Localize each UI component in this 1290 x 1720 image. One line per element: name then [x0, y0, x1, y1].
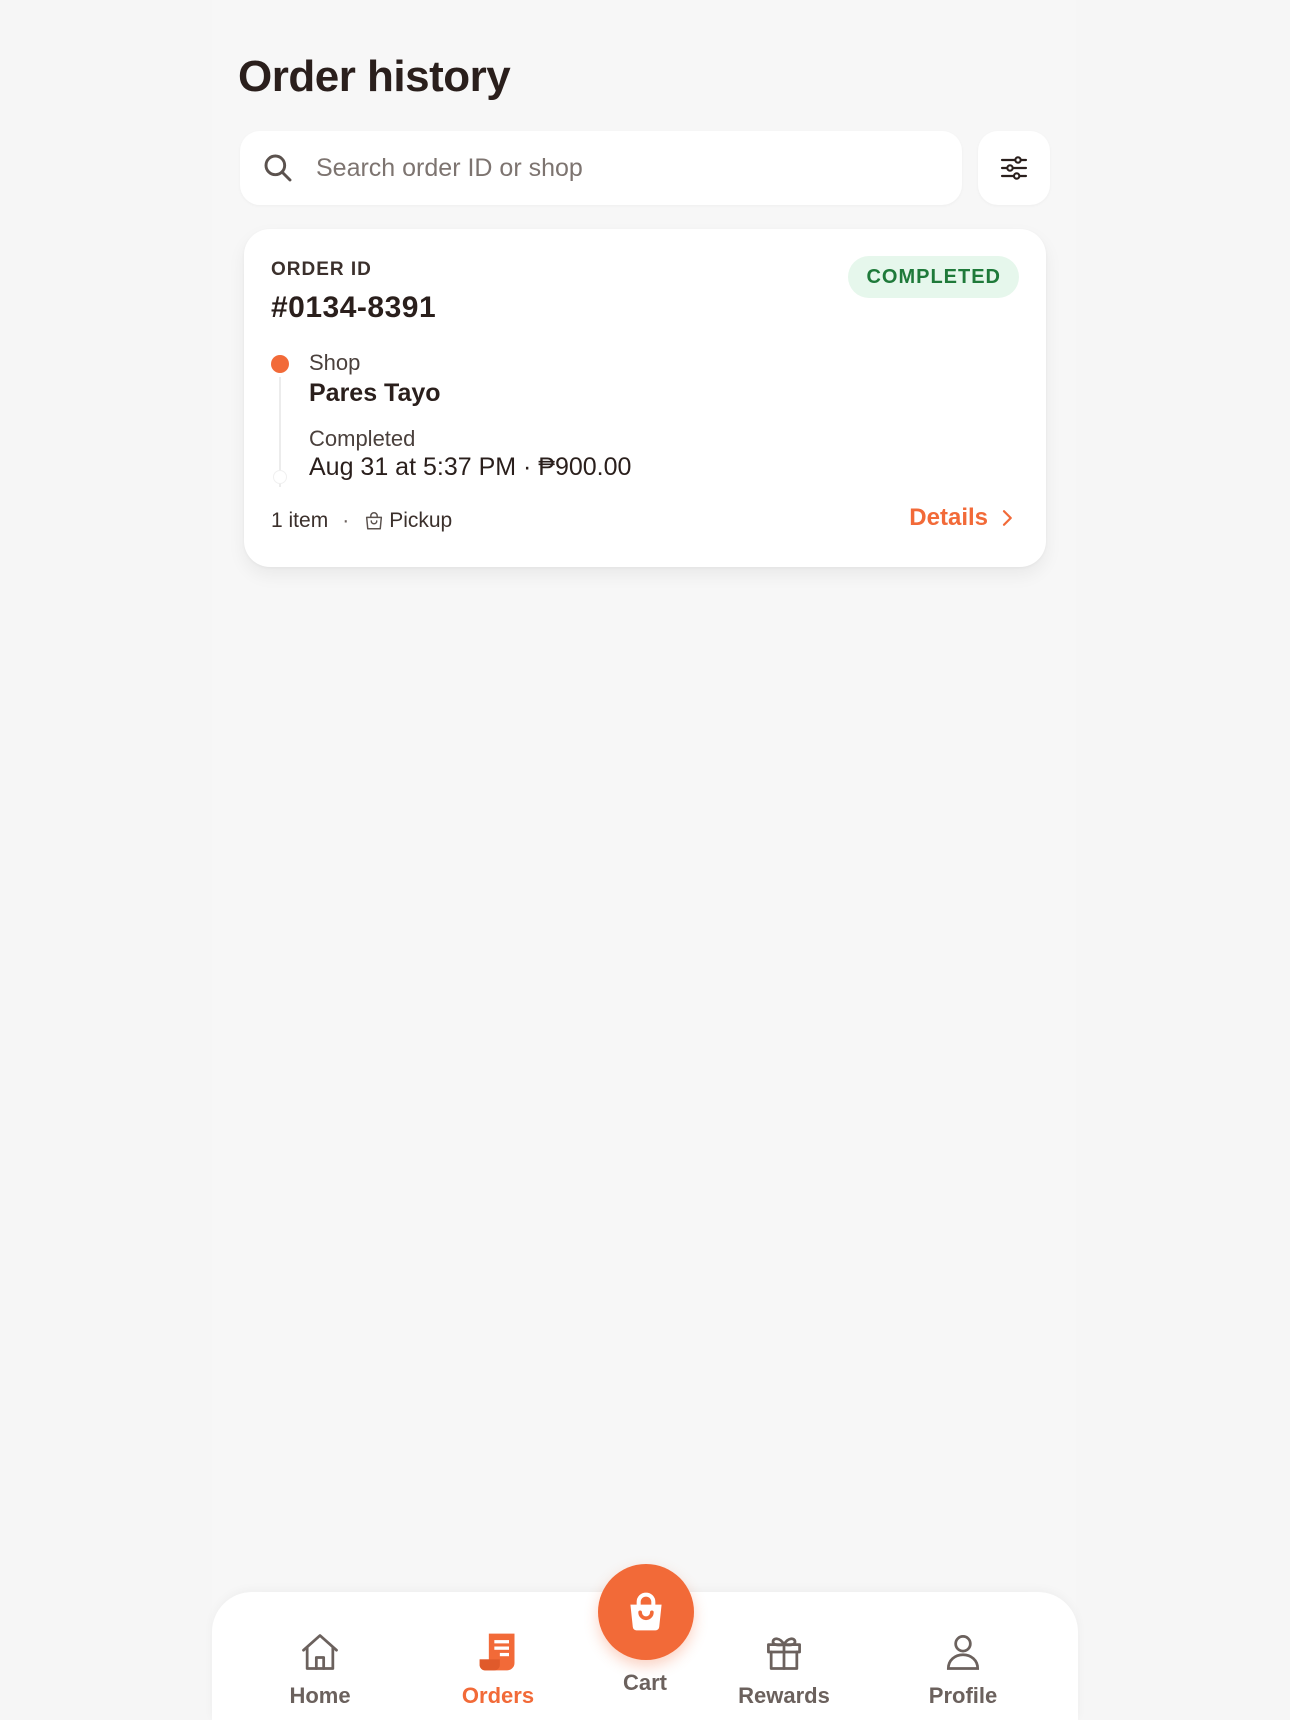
nav-rewards[interactable]: Rewards: [709, 1592, 859, 1720]
shopping-bag-icon: [630, 1592, 662, 1631]
sliders-icon: [1000, 156, 1028, 180]
nav-orders-label: Orders: [461, 1683, 535, 1708]
search-bar[interactable]: [240, 131, 962, 205]
nav-profile[interactable]: Profile: [888, 1592, 1038, 1720]
nav-home-label: Home: [289, 1683, 351, 1708]
shopping-bag-icon: [366, 512, 383, 530]
meta-separator: ·: [342, 509, 350, 532]
filter-button[interactable]: [978, 131, 1050, 205]
search-icon: [264, 154, 292, 182]
timeline-end-dot: [273, 470, 287, 484]
fulfillment-type: Pickup: [389, 509, 453, 532]
status-detail: Aug 31 at 5:37 PM · ₱900.00: [309, 453, 632, 481]
order-meta: 1 item · Pickup: [271, 509, 452, 533]
chevron-right-icon: [1002, 510, 1012, 526]
nav-orders[interactable]: Orders: [423, 1592, 573, 1720]
person-icon: [946, 1635, 980, 1670]
page-title: Order history: [238, 52, 511, 101]
search-input[interactable]: [314, 152, 918, 184]
item-count: 1 item: [271, 509, 329, 532]
order-id: #0134-8391: [271, 291, 437, 324]
nav-cart-label: Cart: [622, 1670, 667, 1695]
cart-button[interactable]: [598, 1564, 694, 1660]
receipt-icon: [479, 1633, 515, 1671]
nav-home[interactable]: Home: [245, 1592, 395, 1720]
shop-label: Shop: [309, 350, 361, 375]
order-card[interactable]: ORDER ID #0134-8391 COMPLETED Shop Pares…: [244, 229, 1046, 567]
details-label: Details: [909, 504, 988, 531]
nav-profile-label: Profile: [928, 1683, 998, 1708]
status-badge: COMPLETED: [848, 256, 1019, 298]
home-icon: [302, 1634, 338, 1670]
timeline-start-dot: [271, 355, 289, 373]
status-label: Completed: [309, 426, 416, 451]
order-history-screen: Order history ORDER ID #0134-8391 COMPLE…: [0, 0, 1290, 1720]
nav-rewards-label: Rewards: [738, 1683, 830, 1708]
shop-name: Pares Tayo: [309, 379, 441, 407]
order-id-label: ORDER ID: [271, 259, 372, 280]
gift-icon: [767, 1637, 801, 1670]
details-link[interactable]: Details: [909, 504, 1016, 532]
